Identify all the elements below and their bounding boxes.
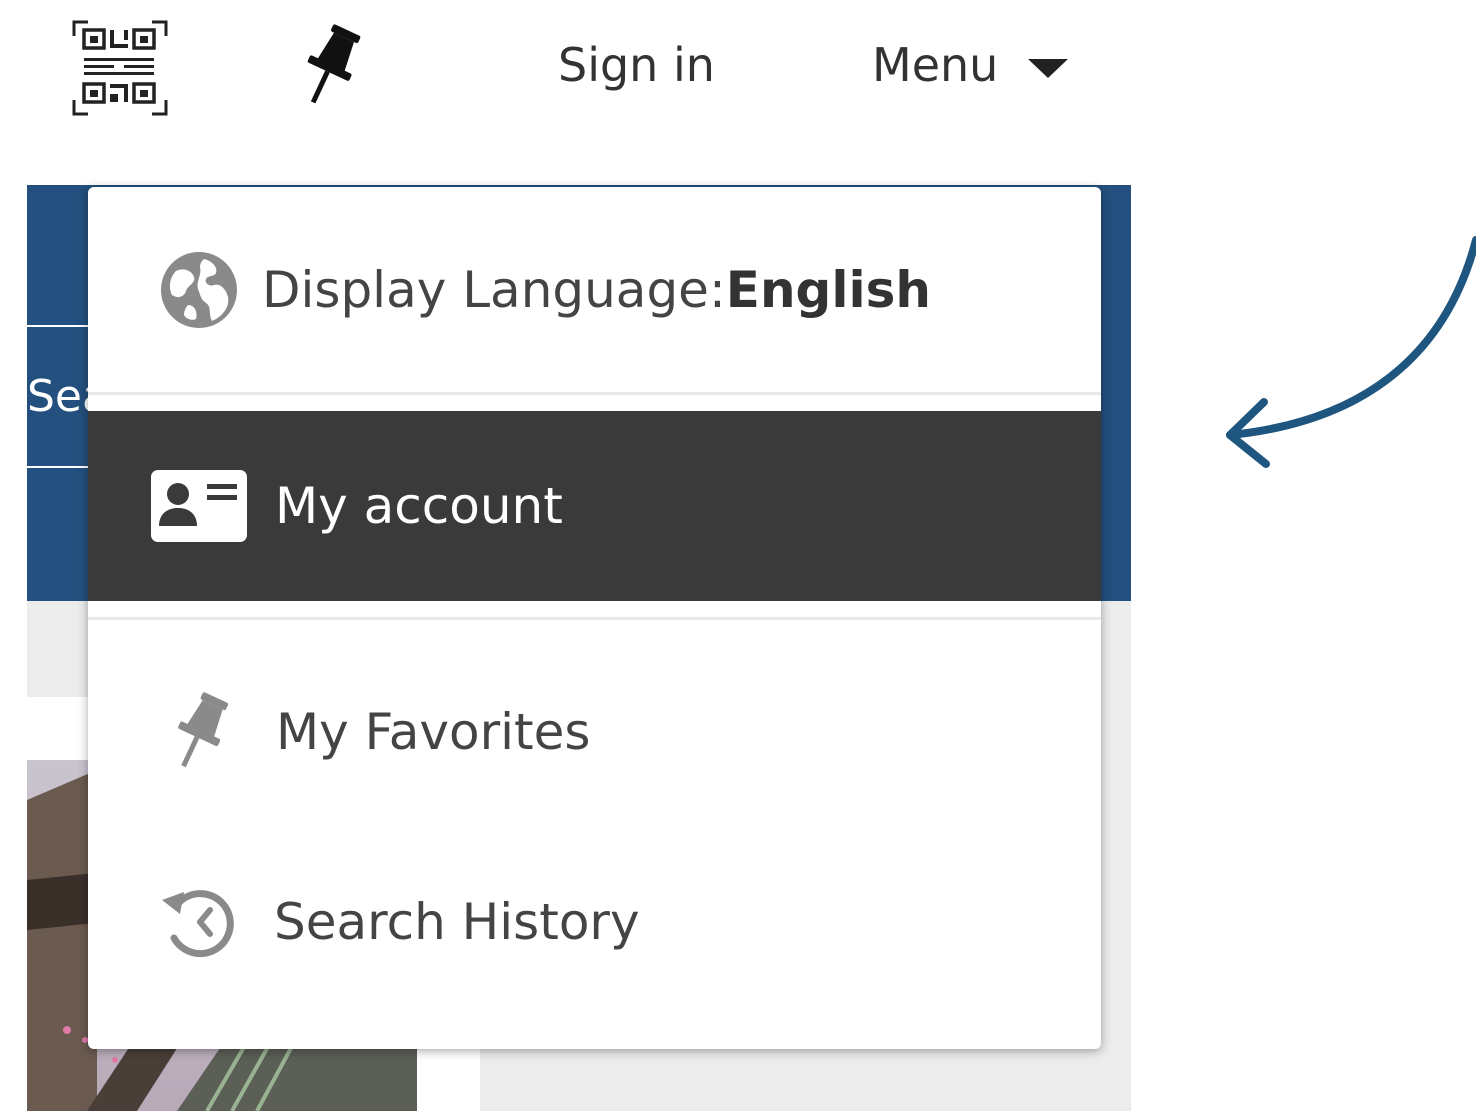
id-card-icon	[151, 470, 247, 542]
menu-dropdown: Display Language: English My account My …	[88, 187, 1101, 1049]
display-language-item[interactable]: Display Language: English	[88, 187, 1101, 392]
menu-divider	[88, 617, 1101, 620]
display-language-value: English	[725, 260, 931, 319]
page: Sign in Menu Sea Display Language: Engli…	[0, 0, 1476, 1111]
my-account-label: My account	[275, 477, 563, 535]
my-favorites-label: My Favorites	[276, 703, 591, 761]
history-icon	[162, 890, 234, 958]
qr-code-button[interactable]	[70, 18, 170, 118]
pushpin-icon	[307, 24, 361, 104]
menu-label: Menu	[872, 38, 999, 92]
search-history-item[interactable]: Search History	[88, 827, 1101, 1017]
background-panel-left	[27, 601, 97, 697]
qr-code-icon	[72, 20, 168, 116]
annotation-arrow-icon	[1226, 236, 1476, 468]
top-header: Sign in Menu	[0, 0, 1476, 140]
favorites-pin-button[interactable]	[290, 20, 370, 110]
globe-icon	[161, 251, 237, 328]
display-language-label: Display Language:	[262, 260, 726, 319]
my-favorites-item[interactable]: My Favorites	[88, 637, 1101, 827]
sign-in-link[interactable]: Sign in	[558, 38, 715, 92]
menu-divider	[88, 392, 1101, 395]
pushpin-icon	[178, 692, 229, 768]
my-account-item[interactable]: My account	[88, 411, 1101, 601]
search-history-label: Search History	[274, 893, 640, 951]
menu-button[interactable]: Menu	[872, 38, 1069, 92]
caret-down-icon	[1028, 58, 1069, 78]
